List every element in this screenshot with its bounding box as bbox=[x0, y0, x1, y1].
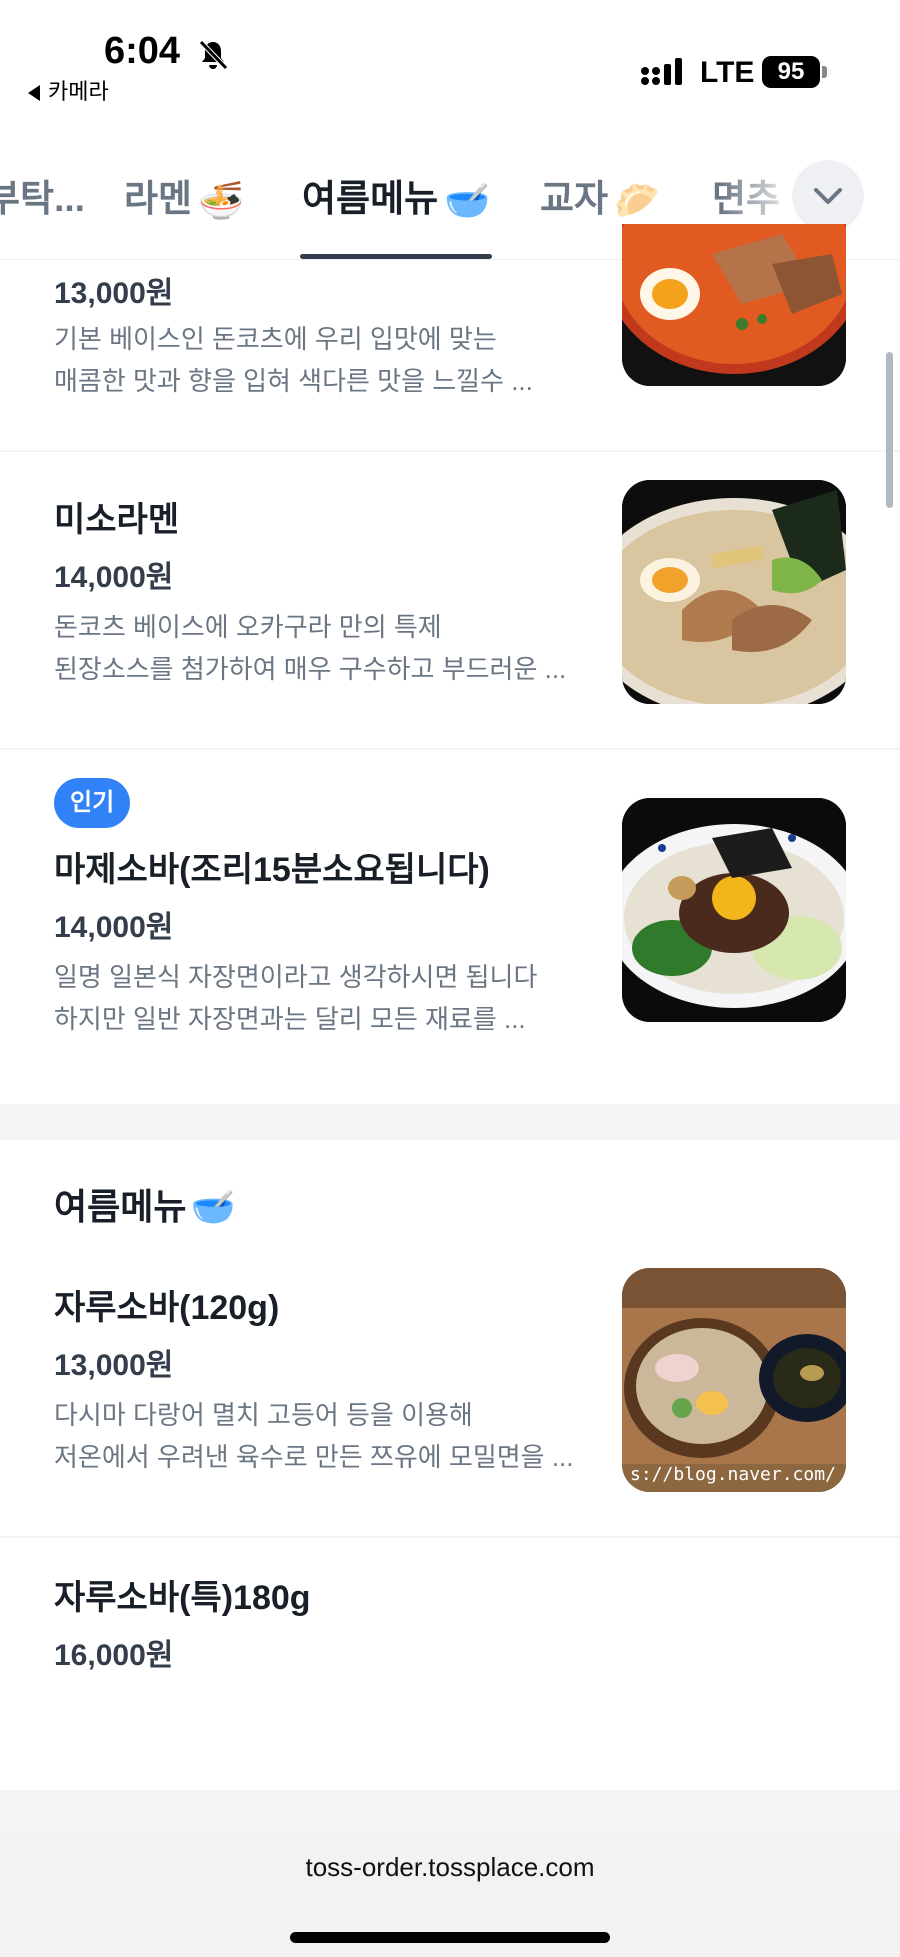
item-price: 14,000원 bbox=[54, 911, 174, 944]
section-title-text: 여름메뉴 bbox=[54, 1186, 187, 1227]
section-separator bbox=[0, 1104, 900, 1140]
ramen-bowl-icon: 🍜 bbox=[198, 179, 245, 221]
back-triangle-icon bbox=[28, 85, 40, 102]
tab-prev-category[interactable]: 부탁... bbox=[0, 168, 85, 222]
desc-line: 기본 베이스인 돈코츠에 우리 입맛에 맞는 bbox=[54, 324, 497, 354]
tab-label: 부탁... bbox=[0, 178, 85, 219]
menu-item[interactable]: 인기 마제소바(조리15분소요됩니다) 14,000원 일명 일본식 자장면이라… bbox=[0, 750, 900, 1104]
item-price: 13,000원 bbox=[54, 1349, 174, 1382]
desc-line: 저온에서 우려낸 육수로 만든 쯔유에 모밀면을 ... bbox=[54, 1442, 574, 1472]
network-type: LTE bbox=[700, 56, 755, 89]
item-price: 16,000원 bbox=[54, 1639, 174, 1672]
item-description: 다시마 다랑어 멸치 고등어 등을 이용해 저온에서 우려낸 육수로 만든 쯔유… bbox=[54, 1394, 594, 1478]
desc-line: 일명 일본식 자장면이라고 생각하시면 됩니다 bbox=[54, 962, 538, 992]
bowl-spoon-icon: 🥣 bbox=[190, 1186, 236, 1227]
item-price: 14,000원 bbox=[54, 561, 174, 594]
back-to-app-link[interactable]: 카메라 bbox=[28, 74, 109, 106]
item-name: 마제소바(조리15분소요됩니다) bbox=[54, 851, 490, 889]
item-thumbnail bbox=[622, 798, 846, 1022]
url-text: toss-order.tossplace.com bbox=[305, 1852, 595, 1882]
status-time: 6:04 bbox=[104, 30, 181, 72]
battery-cap-icon bbox=[822, 66, 827, 78]
tab-summer-menu[interactable]: 여름메뉴 🥣 bbox=[302, 168, 490, 223]
desc-line: 된장소스를 첨가하여 매우 구수하고 부드러운 ... bbox=[54, 654, 567, 684]
tab-gyoza[interactable]: 교자 🥟 bbox=[540, 168, 660, 223]
item-thumbnail: s://blog.naver.com/ bbox=[622, 1268, 846, 1492]
menu-item[interactable]: 미소라멘 14,000원 돈코츠 베이스에 오카구라 만의 특제 된장소스를 첨… bbox=[0, 452, 900, 748]
item-name: 자루소바(특)180g bbox=[54, 1579, 311, 1617]
browser-address-bar[interactable]: toss-order.tossplace.com bbox=[0, 1838, 900, 1957]
tab-label: 라멘 bbox=[124, 178, 193, 219]
chevron-down-icon bbox=[814, 188, 842, 204]
scrollbar[interactable] bbox=[886, 352, 893, 508]
image-watermark: s://blog.naver.com/ bbox=[630, 1464, 836, 1485]
section-title: 여름메뉴 🥣 bbox=[54, 1178, 235, 1230]
tab-ramen[interactable]: 라멘 🍜 bbox=[124, 168, 244, 223]
tab-label: 여름메뉴 bbox=[302, 178, 439, 219]
item-name: 자루소바(120g) bbox=[54, 1289, 280, 1327]
tab-label: 교자 bbox=[540, 178, 609, 219]
desc-line: 돈코츠 베이스에 오카구라 만의 특제 bbox=[54, 612, 442, 642]
item-description: 돈코츠 베이스에 오카구라 만의 특제 된장소스를 첨가하여 매우 구수하고 부… bbox=[54, 606, 594, 690]
item-price: 13,000원 bbox=[54, 277, 174, 310]
expand-categories-button[interactable] bbox=[792, 160, 864, 232]
back-app-label: 카메라 bbox=[48, 79, 109, 104]
desc-line: 하지만 일반 자장면과는 달리 모든 재료를 ... bbox=[54, 1004, 526, 1034]
item-name: 미소라멘 bbox=[54, 501, 180, 539]
item-description: 일명 일본식 자장면이라고 생각하시면 됩니다 하지만 일반 자장면과는 달리 … bbox=[54, 956, 594, 1040]
home-indicator[interactable] bbox=[290, 1932, 610, 1943]
menu-item[interactable]: 13,000원 기본 베이스인 돈코츠에 우리 입맛에 맞는 매콤한 맛과 향을… bbox=[0, 224, 900, 450]
item-description: 기본 베이스인 돈코츠에 우리 입맛에 맞는 매콤한 맛과 향을 입혀 색다른 … bbox=[54, 318, 594, 402]
section-separator bbox=[0, 1790, 900, 1838]
active-tab-indicator bbox=[300, 254, 492, 259]
cellular-signal-icon bbox=[641, 58, 682, 85]
item-thumbnail bbox=[622, 224, 846, 386]
battery-indicator: 95 bbox=[762, 56, 820, 88]
popular-badge: 인기 bbox=[54, 778, 131, 828]
desc-line: 매콤한 맛과 향을 입혀 색다른 맛을 느낄수 ... bbox=[54, 366, 533, 396]
menu-item[interactable]: 자루소바(120g) 13,000원 다시마 다랑어 멸치 고등어 등을 이용해… bbox=[0, 1250, 900, 1536]
status-bar: 6:04 카메라 LTE 95 bbox=[0, 0, 900, 120]
bell-muted-icon bbox=[199, 40, 228, 70]
bowl-spoon-icon: 🥣 bbox=[444, 179, 491, 221]
item-thumbnail bbox=[622, 480, 846, 704]
dumpling-icon: 🥟 bbox=[614, 179, 661, 221]
desc-line: 다시마 다랑어 멸치 고등어 등을 이용해 bbox=[54, 1400, 473, 1430]
menu-item[interactable]: 자루소바(특)180g 16,000원 bbox=[0, 1538, 900, 1790]
